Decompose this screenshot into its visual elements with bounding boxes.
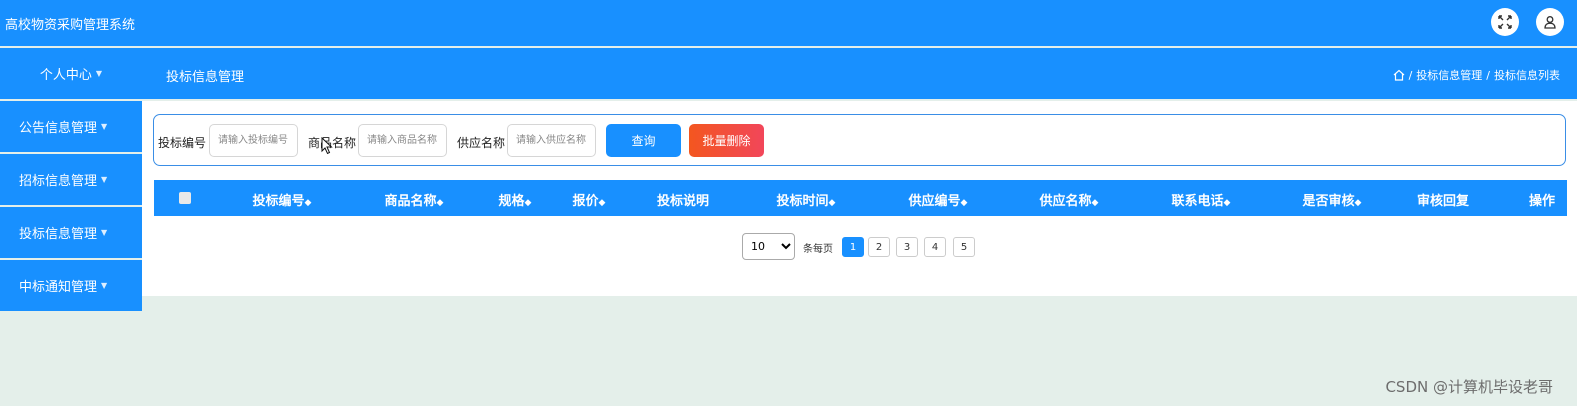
bid-number-label: 投标编号 (158, 136, 207, 150)
fullscreen-button[interactable] (1491, 8, 1519, 36)
sort-icon: ◆ (524, 198, 532, 208)
breadcrumb-item[interactable]: 投标信息管理 (1416, 67, 1482, 83)
select-all-checkbox[interactable] (179, 192, 191, 204)
user-center-label: 个人中心 (39, 68, 92, 83)
sort-icon: ◆ (598, 198, 606, 208)
sort-icon: ◆ (436, 198, 444, 208)
column-header-price[interactable]: 报价◆ (573, 190, 606, 209)
breadcrumb-separator: / (1486, 68, 1490, 82)
column-header-bid-number[interactable]: 投标编号◆ (253, 190, 312, 209)
sort-icon: ◆ (304, 198, 312, 208)
watermark: CSDN @计算机毕设老哥 (1385, 378, 1553, 396)
breadcrumb-separator: / (1408, 68, 1413, 82)
search-form: 投标编号 商品名称 供应名称 查询 批量删除 (153, 114, 1566, 166)
column-header-bid-description: 投标说明 (656, 194, 710, 209)
column-header-product-name[interactable]: 商品名称◆ (385, 190, 444, 209)
caret-down-icon: ▼ (101, 122, 108, 131)
batch-delete-button[interactable]: 批量删除 (689, 124, 764, 157)
column-header-reviewed[interactable]: 是否审核◆ (1303, 190, 1362, 209)
sort-icon: ◆ (1091, 198, 1099, 208)
sidebar: 公告信息管理 ▼ 招标信息管理 ▼ 投标信息管理 ▼ 中标通知管理 ▼ (0, 101, 142, 313)
sidebar-item-announcements[interactable]: 公告信息管理 ▼ (0, 101, 142, 152)
column-header-supplier-number[interactable]: 供应编号◆ (909, 190, 968, 209)
fullscreen-icon (1498, 15, 1512, 29)
sort-icon: ◆ (960, 198, 968, 208)
sort-icon: ◆ (1354, 198, 1362, 208)
column-header-supplier-name[interactable]: 供应名称◆ (1040, 190, 1099, 209)
column-header-actions: 操作 (1528, 194, 1556, 209)
per-page-label: 条每页 (803, 244, 833, 255)
product-name-input[interactable] (358, 124, 447, 157)
query-button[interactable]: 查询 (606, 124, 681, 157)
sidebar-item-bids[interactable]: 投标信息管理 ▼ (0, 207, 142, 258)
caret-down-icon: ▼ (101, 228, 108, 237)
column-header-phone[interactable]: 联系电话◆ (1172, 190, 1231, 209)
sort-icon: ◆ (828, 198, 836, 208)
caret-down-icon: ▼ (95, 69, 103, 78)
page-title: 投标信息管理 (166, 70, 245, 85)
user-center-menu[interactable]: 个人中心 ▼ (0, 48, 142, 99)
top-header: 高校物资采购管理系统 (0, 0, 1577, 46)
page-button-1[interactable]: 1 (842, 237, 864, 257)
page-size-select[interactable]: 10 (742, 233, 795, 260)
table-header: 投标编号◆ 商品名称◆ 规格◆ 报价◆ 投标说明 投标时间◆ 供应编号◆ 供应名… (154, 180, 1567, 216)
page-button-4[interactable]: 4 (924, 237, 946, 257)
app-title: 高校物资采购管理系统 (5, 18, 136, 33)
main-panel: 投标编号 商品名称 供应名称 查询 批量删除 投标编号◆ 商品名称◆ 规格◆ 报… (142, 101, 1577, 296)
sidebar-item-label: 投标信息管理 (19, 227, 98, 242)
user-icon (1544, 16, 1556, 29)
bid-number-input[interactable] (209, 124, 298, 157)
sidebar-item-award-notices[interactable]: 中标通知管理 ▼ (0, 260, 142, 311)
breadcrumb-item: 投标信息列表 (1494, 69, 1560, 82)
page-button-5[interactable]: 5 (953, 237, 975, 257)
column-header-spec[interactable]: 规格◆ (499, 190, 532, 209)
sort-icon: ◆ (1223, 198, 1231, 208)
page-button-2[interactable]: 2 (868, 237, 890, 257)
supplier-name-input[interactable] (507, 124, 596, 157)
sidebar-item-tenders[interactable]: 招标信息管理 ▼ (0, 154, 142, 205)
breadcrumb: / 投标信息管理 / 投标信息列表 (1393, 67, 1560, 83)
mouse-cursor-icon (321, 137, 333, 155)
nav-bar: 个人中心 ▼ 投标信息管理 / 投标信息管理 / 投标信息列表 (0, 48, 1577, 99)
supplier-name-label: 供应名称 (457, 136, 506, 150)
caret-down-icon: ▼ (101, 175, 108, 184)
page-button-3[interactable]: 3 (896, 237, 918, 257)
column-header-review-reply: 审核回复 (1416, 194, 1470, 209)
column-header-bid-time[interactable]: 投标时间◆ (777, 190, 836, 209)
sidebar-item-label: 公告信息管理 (19, 121, 98, 136)
home-icon[interactable] (1393, 69, 1405, 81)
sidebar-item-label: 中标通知管理 (19, 280, 98, 295)
sidebar-item-label: 招标信息管理 (19, 174, 98, 189)
caret-down-icon: ▼ (101, 281, 108, 290)
user-button[interactable] (1536, 8, 1564, 36)
